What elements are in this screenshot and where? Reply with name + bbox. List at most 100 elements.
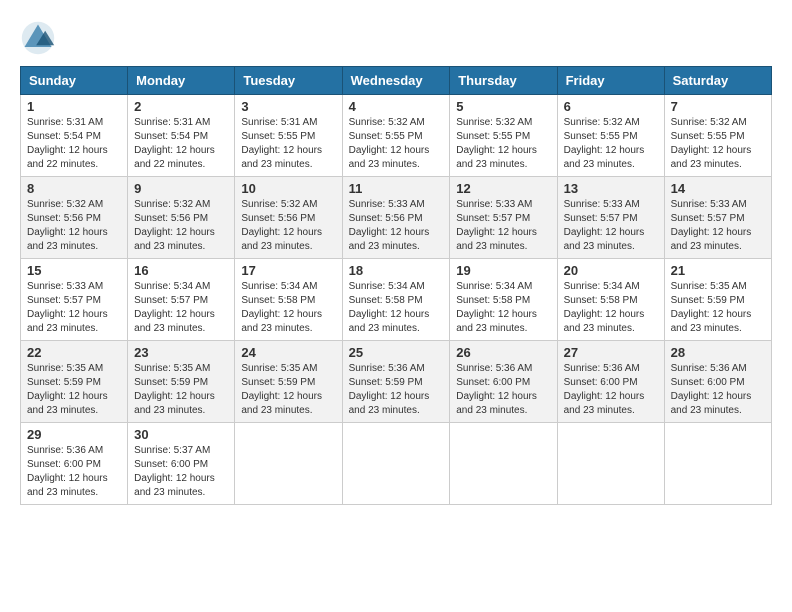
day-info: Sunrise: 5:36 AMSunset: 6:00 PMDaylight:… — [671, 363, 752, 416]
calendar-day-header: Monday — [128, 67, 235, 95]
day-info: Sunrise: 5:32 AMSunset: 5:55 PMDaylight:… — [564, 117, 645, 170]
day-info: Sunrise: 5:36 AMSunset: 6:00 PMDaylight:… — [27, 445, 108, 498]
calendar-day-cell — [235, 423, 342, 505]
calendar-day-cell — [450, 423, 557, 505]
calendar-day-cell: 15 Sunrise: 5:33 AMSunset: 5:57 PMDaylig… — [21, 259, 128, 341]
day-number: 3 — [241, 99, 335, 114]
calendar-day-cell: 12 Sunrise: 5:33 AMSunset: 5:57 PMDaylig… — [450, 177, 557, 259]
calendar-day-cell: 10 Sunrise: 5:32 AMSunset: 5:56 PMDaylig… — [235, 177, 342, 259]
day-info: Sunrise: 5:35 AMSunset: 5:59 PMDaylight:… — [241, 363, 322, 416]
calendar-day-cell: 21 Sunrise: 5:35 AMSunset: 5:59 PMDaylig… — [664, 259, 771, 341]
calendar-day-cell: 25 Sunrise: 5:36 AMSunset: 5:59 PMDaylig… — [342, 341, 450, 423]
day-number: 4 — [349, 99, 444, 114]
calendar-day-cell: 13 Sunrise: 5:33 AMSunset: 5:57 PMDaylig… — [557, 177, 664, 259]
day-number: 29 — [27, 427, 121, 442]
day-info: Sunrise: 5:32 AMSunset: 5:55 PMDaylight:… — [349, 117, 430, 170]
calendar-day-cell — [557, 423, 664, 505]
calendar-week-row: 22 Sunrise: 5:35 AMSunset: 5:59 PMDaylig… — [21, 341, 772, 423]
logo-icon — [20, 20, 56, 56]
calendar-day-header: Wednesday — [342, 67, 450, 95]
day-number: 28 — [671, 345, 765, 360]
calendar-week-row: 15 Sunrise: 5:33 AMSunset: 5:57 PMDaylig… — [21, 259, 772, 341]
day-info: Sunrise: 5:34 AMSunset: 5:58 PMDaylight:… — [456, 281, 537, 334]
day-info: Sunrise: 5:33 AMSunset: 5:57 PMDaylight:… — [27, 281, 108, 334]
day-info: Sunrise: 5:33 AMSunset: 5:56 PMDaylight:… — [349, 199, 430, 252]
day-info: Sunrise: 5:32 AMSunset: 5:56 PMDaylight:… — [134, 199, 215, 252]
day-info: Sunrise: 5:32 AMSunset: 5:56 PMDaylight:… — [27, 199, 108, 252]
day-number: 12 — [456, 181, 550, 196]
day-info: Sunrise: 5:31 AMSunset: 5:55 PMDaylight:… — [241, 117, 322, 170]
day-number: 20 — [564, 263, 658, 278]
calendar-day-header: Saturday — [664, 67, 771, 95]
day-number: 27 — [564, 345, 658, 360]
calendar-day-cell: 4 Sunrise: 5:32 AMSunset: 5:55 PMDayligh… — [342, 95, 450, 177]
calendar-day-cell — [342, 423, 450, 505]
day-number: 1 — [27, 99, 121, 114]
calendar-day-cell — [664, 423, 771, 505]
day-info: Sunrise: 5:31 AMSunset: 5:54 PMDaylight:… — [134, 117, 215, 170]
calendar-day-cell: 3 Sunrise: 5:31 AMSunset: 5:55 PMDayligh… — [235, 95, 342, 177]
calendar-day-cell: 8 Sunrise: 5:32 AMSunset: 5:56 PMDayligh… — [21, 177, 128, 259]
day-info: Sunrise: 5:33 AMSunset: 5:57 PMDaylight:… — [564, 199, 645, 252]
calendar-header-row: SundayMondayTuesdayWednesdayThursdayFrid… — [21, 67, 772, 95]
day-number: 2 — [134, 99, 228, 114]
day-info: Sunrise: 5:34 AMSunset: 5:58 PMDaylight:… — [564, 281, 645, 334]
day-info: Sunrise: 5:32 AMSunset: 5:55 PMDaylight:… — [671, 117, 752, 170]
day-number: 22 — [27, 345, 121, 360]
calendar-week-row: 1 Sunrise: 5:31 AMSunset: 5:54 PMDayligh… — [21, 95, 772, 177]
calendar-day-cell: 27 Sunrise: 5:36 AMSunset: 6:00 PMDaylig… — [557, 341, 664, 423]
day-info: Sunrise: 5:33 AMSunset: 5:57 PMDaylight:… — [671, 199, 752, 252]
calendar-day-header: Sunday — [21, 67, 128, 95]
day-info: Sunrise: 5:36 AMSunset: 5:59 PMDaylight:… — [349, 363, 430, 416]
calendar-day-cell: 11 Sunrise: 5:33 AMSunset: 5:56 PMDaylig… — [342, 177, 450, 259]
calendar-day-cell: 9 Sunrise: 5:32 AMSunset: 5:56 PMDayligh… — [128, 177, 235, 259]
calendar-day-header: Tuesday — [235, 67, 342, 95]
day-number: 26 — [456, 345, 550, 360]
day-info: Sunrise: 5:36 AMSunset: 6:00 PMDaylight:… — [456, 363, 537, 416]
calendar-day-cell: 1 Sunrise: 5:31 AMSunset: 5:54 PMDayligh… — [21, 95, 128, 177]
day-number: 11 — [349, 181, 444, 196]
calendar-day-cell: 16 Sunrise: 5:34 AMSunset: 5:57 PMDaylig… — [128, 259, 235, 341]
calendar-day-cell: 2 Sunrise: 5:31 AMSunset: 5:54 PMDayligh… — [128, 95, 235, 177]
calendar-day-header: Thursday — [450, 67, 557, 95]
day-info: Sunrise: 5:35 AMSunset: 5:59 PMDaylight:… — [134, 363, 215, 416]
day-number: 24 — [241, 345, 335, 360]
day-number: 15 — [27, 263, 121, 278]
calendar-week-row: 8 Sunrise: 5:32 AMSunset: 5:56 PMDayligh… — [21, 177, 772, 259]
day-number: 7 — [671, 99, 765, 114]
day-number: 6 — [564, 99, 658, 114]
calendar-day-cell: 28 Sunrise: 5:36 AMSunset: 6:00 PMDaylig… — [664, 341, 771, 423]
day-number: 21 — [671, 263, 765, 278]
calendar-day-cell: 18 Sunrise: 5:34 AMSunset: 5:58 PMDaylig… — [342, 259, 450, 341]
day-number: 23 — [134, 345, 228, 360]
calendar-day-cell: 26 Sunrise: 5:36 AMSunset: 6:00 PMDaylig… — [450, 341, 557, 423]
day-info: Sunrise: 5:36 AMSunset: 6:00 PMDaylight:… — [564, 363, 645, 416]
day-number: 13 — [564, 181, 658, 196]
day-info: Sunrise: 5:32 AMSunset: 5:56 PMDaylight:… — [241, 199, 322, 252]
day-info: Sunrise: 5:31 AMSunset: 5:54 PMDaylight:… — [27, 117, 108, 170]
day-info: Sunrise: 5:32 AMSunset: 5:55 PMDaylight:… — [456, 117, 537, 170]
logo — [20, 20, 62, 56]
day-info: Sunrise: 5:34 AMSunset: 5:58 PMDaylight:… — [241, 281, 322, 334]
calendar-day-cell: 6 Sunrise: 5:32 AMSunset: 5:55 PMDayligh… — [557, 95, 664, 177]
calendar-day-cell: 7 Sunrise: 5:32 AMSunset: 5:55 PMDayligh… — [664, 95, 771, 177]
calendar-week-row: 29 Sunrise: 5:36 AMSunset: 6:00 PMDaylig… — [21, 423, 772, 505]
day-number: 16 — [134, 263, 228, 278]
day-number: 9 — [134, 181, 228, 196]
calendar-day-header: Friday — [557, 67, 664, 95]
day-number: 10 — [241, 181, 335, 196]
day-info: Sunrise: 5:34 AMSunset: 5:57 PMDaylight:… — [134, 281, 215, 334]
calendar-day-cell: 30 Sunrise: 5:37 AMSunset: 6:00 PMDaylig… — [128, 423, 235, 505]
calendar-day-cell: 19 Sunrise: 5:34 AMSunset: 5:58 PMDaylig… — [450, 259, 557, 341]
calendar-day-cell: 20 Sunrise: 5:34 AMSunset: 5:58 PMDaylig… — [557, 259, 664, 341]
day-info: Sunrise: 5:37 AMSunset: 6:00 PMDaylight:… — [134, 445, 215, 498]
page-header — [20, 20, 772, 56]
calendar-table: SundayMondayTuesdayWednesdayThursdayFrid… — [20, 66, 772, 505]
day-number: 18 — [349, 263, 444, 278]
day-number: 19 — [456, 263, 550, 278]
day-info: Sunrise: 5:35 AMSunset: 5:59 PMDaylight:… — [27, 363, 108, 416]
day-number: 5 — [456, 99, 550, 114]
calendar-day-cell: 24 Sunrise: 5:35 AMSunset: 5:59 PMDaylig… — [235, 341, 342, 423]
day-number: 14 — [671, 181, 765, 196]
day-info: Sunrise: 5:34 AMSunset: 5:58 PMDaylight:… — [349, 281, 430, 334]
